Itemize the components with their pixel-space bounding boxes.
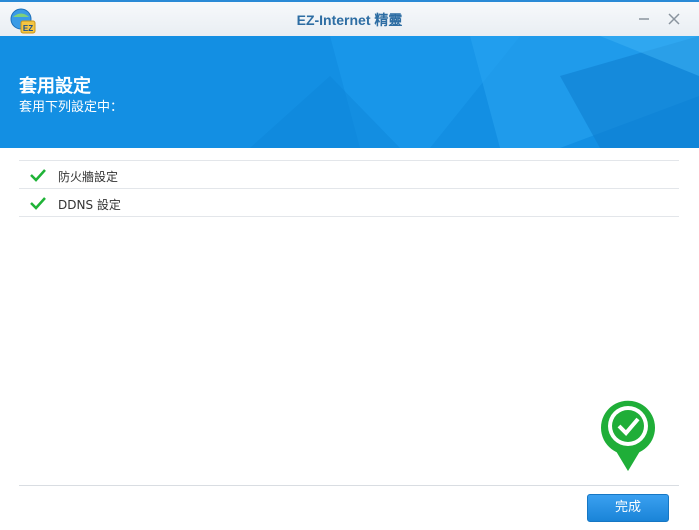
check-icon — [30, 169, 46, 182]
banner-background — [0, 36, 699, 148]
close-icon[interactable] — [665, 10, 683, 28]
step-label: 防火牆設定 — [58, 170, 119, 184]
list-item: 防火牆設定 — [19, 161, 679, 189]
step-label: DDNS 設定 — [58, 198, 121, 212]
banner-title: 套用設定 — [19, 76, 91, 97]
footer-divider — [19, 485, 679, 486]
check-icon — [30, 197, 46, 210]
banner-subtitle: 套用下列設定中： — [19, 100, 124, 115]
success-check-icon — [599, 398, 657, 475]
list-item: DDNS 設定 — [19, 189, 679, 217]
finish-button[interactable]: 完成 — [587, 494, 669, 522]
minimize-icon[interactable] — [635, 10, 653, 28]
window-title: EZ-Internet 精靈 — [296, 12, 403, 28]
header-banner: 套用設定 套用下列設定中： — [0, 36, 699, 148]
title-bar: EZ EZ-Internet 精靈 — [0, 0, 699, 36]
steps-list: 防火牆設定 DDNS 設定 — [19, 160, 679, 217]
